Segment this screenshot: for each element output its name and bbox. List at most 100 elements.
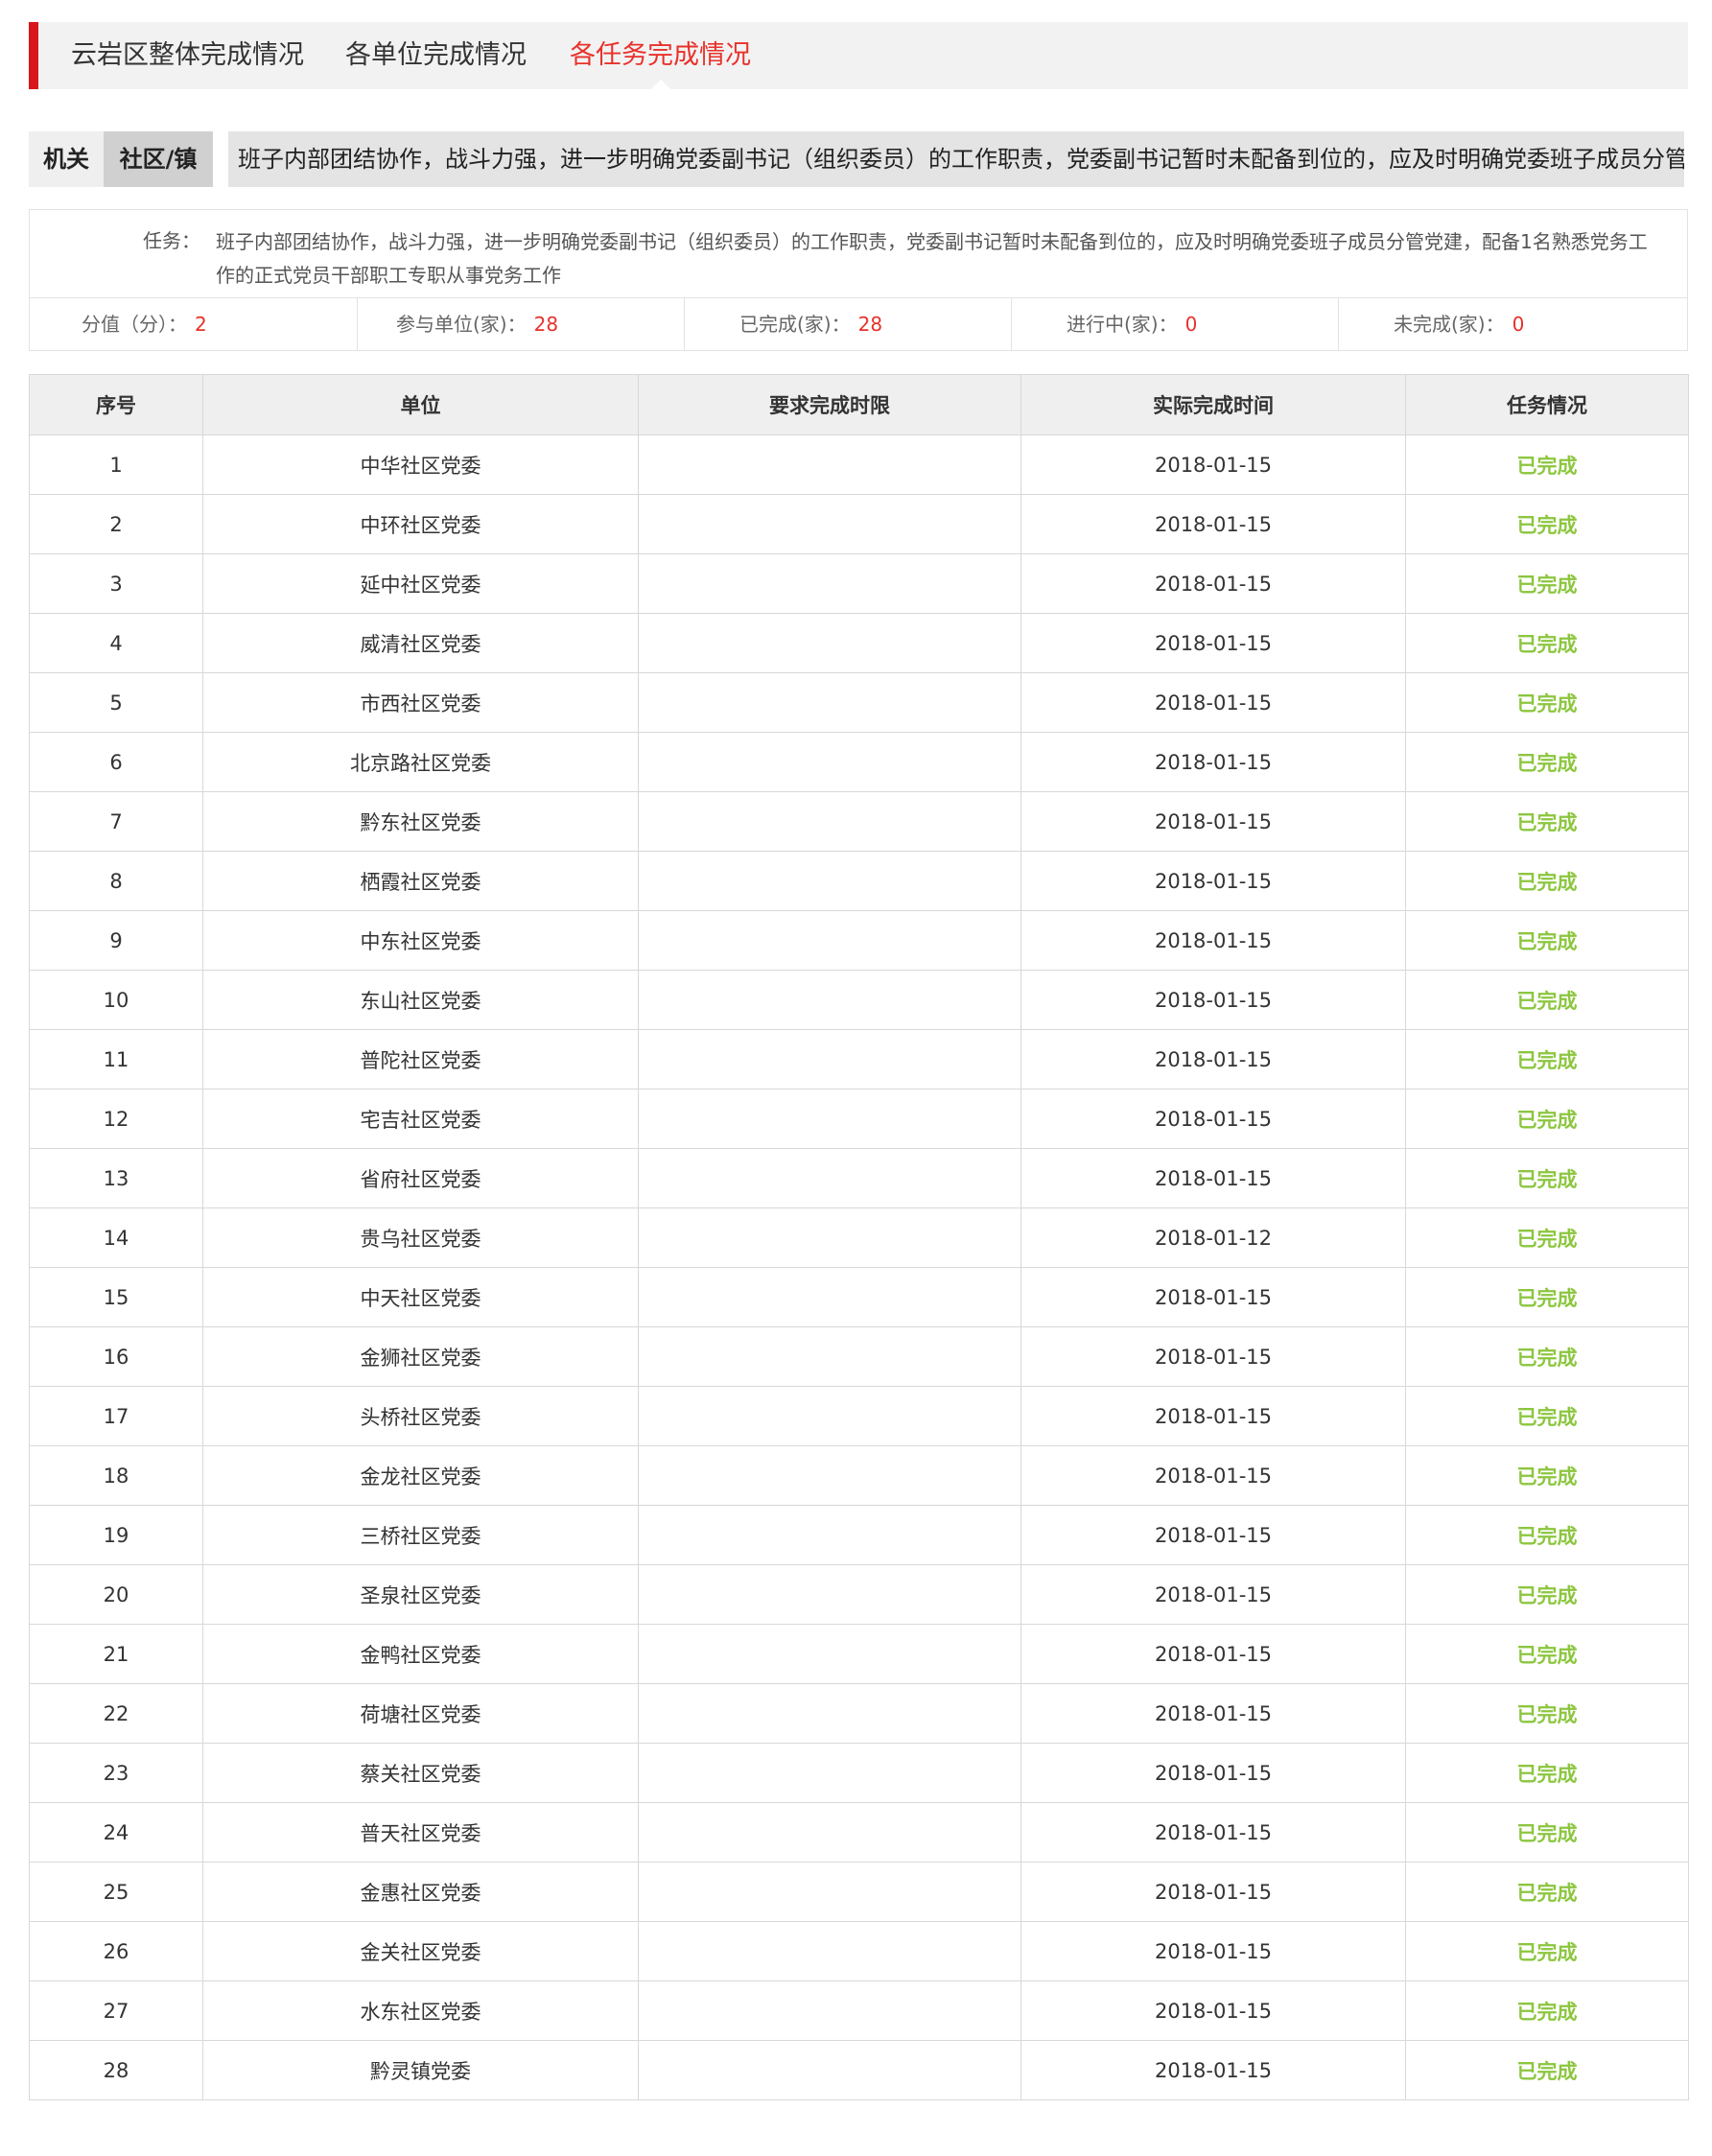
- tab-district-overall[interactable]: 云岩区整体完成情况: [71, 22, 304, 89]
- cell-status: 已完成: [1405, 1624, 1689, 1684]
- cell-actual-date: 2018-01-15: [1020, 791, 1406, 852]
- cell-index: 21: [29, 1624, 203, 1684]
- cell-unit: 中华社区党委: [202, 434, 639, 495]
- table-row: 8 栖霞社区党委 2018-01-15 已完成: [29, 851, 1689, 911]
- cell-actual-date: 2018-01-15: [1020, 2040, 1406, 2100]
- cell-status: 已完成: [1405, 1802, 1689, 1863]
- table-row: 24 普天社区党委 2018-01-15 已完成: [29, 1802, 1689, 1863]
- cell-actual-date: 2018-01-15: [1020, 613, 1406, 673]
- cell-deadline: [638, 1980, 1021, 2041]
- cell-deadline: [638, 732, 1021, 792]
- cell-actual-date: 2018-01-15: [1020, 1624, 1406, 1684]
- table-row: 15 中天社区党委 2018-01-15 已完成: [29, 1267, 1689, 1327]
- cell-index: 27: [29, 1980, 203, 2041]
- stat-participants-value: 28: [533, 313, 559, 336]
- cell-status: 已完成: [1405, 434, 1689, 495]
- table-row: 13 省府社区党委 2018-01-15 已完成: [29, 1148, 1689, 1208]
- table-row: 28 黔灵镇党委 2018-01-15 已完成: [29, 2040, 1689, 2100]
- category-agency-button[interactable]: 机关: [29, 131, 104, 187]
- table-row: 6 北京路社区党委 2018-01-15 已完成: [29, 732, 1689, 792]
- stat-participants-label: 参与单位(家)：: [396, 313, 527, 336]
- cell-status: 已完成: [1405, 1267, 1689, 1327]
- task-description: 任务： 班子内部团结协作，战斗力强，进一步明确党委副书记（组织委员）的工作职责，…: [30, 210, 1687, 298]
- cell-status: 已完成: [1405, 1505, 1689, 1565]
- cell-unit: 贵乌社区党委: [202, 1207, 639, 1268]
- cell-actual-date: 2018-01-15: [1020, 1862, 1406, 1922]
- table-row: 14 贵乌社区党委 2018-01-12 已完成: [29, 1207, 1689, 1268]
- cell-actual-date: 2018-01-15: [1020, 1029, 1406, 1090]
- cell-actual-date: 2018-01-15: [1020, 1921, 1406, 1981]
- stat-completed-value: 28: [857, 313, 883, 336]
- cell-deadline: [638, 1445, 1021, 1506]
- table-row: 23 蔡关社区党委 2018-01-15 已完成: [29, 1743, 1689, 1803]
- cell-actual-date: 2018-01-12: [1020, 1207, 1406, 1268]
- cell-actual-date: 2018-01-15: [1020, 1386, 1406, 1446]
- completion-table: 序号 单位 要求完成时限 实际完成时间 任务情况 1 中华社区党委 2018-01-…: [29, 374, 1689, 2100]
- cell-actual-date: 2018-01-15: [1020, 1445, 1406, 1506]
- stat-score-label: 分值（分）：: [82, 313, 187, 336]
- cell-deadline: [638, 1624, 1021, 1684]
- cell-status: 已完成: [1405, 970, 1689, 1030]
- cell-deadline: [638, 1802, 1021, 1863]
- cell-unit: 黔东社区党委: [202, 791, 639, 852]
- cell-index: 11: [29, 1029, 203, 1090]
- cell-unit: 头桥社区党委: [202, 1386, 639, 1446]
- cell-unit: 宅吉社区党委: [202, 1089, 639, 1149]
- table-row: 4 威清社区党委 2018-01-15 已完成: [29, 613, 1689, 673]
- tab-task-completion-label: 各任务完成情况: [570, 40, 751, 70]
- cell-index: 1: [29, 434, 203, 495]
- cell-unit: 中天社区党委: [202, 1267, 639, 1327]
- cell-unit: 黔灵镇党委: [202, 2040, 639, 2100]
- cell-actual-date: 2018-01-15: [1020, 553, 1406, 614]
- cell-index: 4: [29, 613, 203, 673]
- cell-deadline: [638, 851, 1021, 911]
- stat-score: 分值（分）： 2: [30, 298, 357, 350]
- cell-unit: 金关社区党委: [202, 1921, 639, 1981]
- category-row: 机关 社区/镇 班子内部团结协作，战斗力强，进一步明确党委副书记（组织委员）的工…: [29, 131, 1684, 187]
- cell-actual-date: 2018-01-15: [1020, 1683, 1406, 1744]
- tab-unit-completion[interactable]: 各单位完成情况: [345, 22, 527, 89]
- cell-unit: 蔡关社区党委: [202, 1743, 639, 1803]
- cell-unit: 圣泉社区党委: [202, 1564, 639, 1625]
- cell-index: 26: [29, 1921, 203, 1981]
- cell-index: 12: [29, 1089, 203, 1149]
- cell-status: 已完成: [1405, 1207, 1689, 1268]
- header-deadline: 要求完成时限: [638, 374, 1021, 435]
- category-community-button[interactable]: 社区/镇: [104, 131, 213, 187]
- cell-index: 7: [29, 791, 203, 852]
- task-selector[interactable]: 班子内部团结协作，战斗力强，进一步明确党委副书记（组织委员）的工作职责，党委副书…: [228, 131, 1684, 187]
- cell-deadline: [638, 553, 1021, 614]
- cell-deadline: [638, 1743, 1021, 1803]
- task-stats: 分值（分）： 2 参与单位(家)： 28 已完成(家)： 28 进行中(家)： 0 未完…: [30, 298, 1687, 350]
- cell-unit: 延中社区党委: [202, 553, 639, 614]
- tab-task-completion[interactable]: 各任务完成情况: [570, 22, 751, 90]
- cell-deadline: [638, 494, 1021, 554]
- cell-unit: 中东社区党委: [202, 910, 639, 971]
- table-row: 9 中东社区党委 2018-01-15 已完成: [29, 910, 1689, 971]
- stat-completed-label: 已完成(家)：: [739, 313, 851, 336]
- cell-unit: 威清社区党委: [202, 613, 639, 673]
- cell-index: 9: [29, 910, 203, 971]
- task-info-box: 任务： 班子内部团结协作，战斗力强，进一步明确党委副书记（组织委员）的工作职责，…: [29, 209, 1688, 351]
- cell-deadline: [638, 1921, 1021, 1981]
- cell-actual-date: 2018-01-15: [1020, 910, 1406, 971]
- cell-status: 已完成: [1405, 553, 1689, 614]
- task-label: 任务：: [143, 229, 200, 252]
- cell-actual-date: 2018-01-15: [1020, 672, 1406, 733]
- tab-bar: 云岩区整体完成情况 各单位完成情况 各任务完成情况: [29, 22, 1688, 90]
- stat-completed: 已完成(家)： 28: [684, 298, 1011, 350]
- cell-deadline: [638, 1862, 1021, 1922]
- cell-index: 19: [29, 1505, 203, 1565]
- cell-index: 13: [29, 1148, 203, 1208]
- cell-status: 已完成: [1405, 1386, 1689, 1446]
- cell-unit: 荷塘社区党委: [202, 1683, 639, 1744]
- cell-status: 已完成: [1405, 1980, 1689, 2041]
- cell-index: 23: [29, 1743, 203, 1803]
- stat-not-completed-value: 0: [1512, 313, 1525, 336]
- cell-status: 已完成: [1405, 672, 1689, 733]
- cell-deadline: [638, 1683, 1021, 1744]
- table-row: 2 中环社区党委 2018-01-15 已完成: [29, 494, 1689, 554]
- cell-status: 已完成: [1405, 910, 1689, 971]
- table-row: 26 金关社区党委 2018-01-15 已完成: [29, 1921, 1689, 1981]
- table-row: 12 宅吉社区党委 2018-01-15 已完成: [29, 1089, 1689, 1149]
